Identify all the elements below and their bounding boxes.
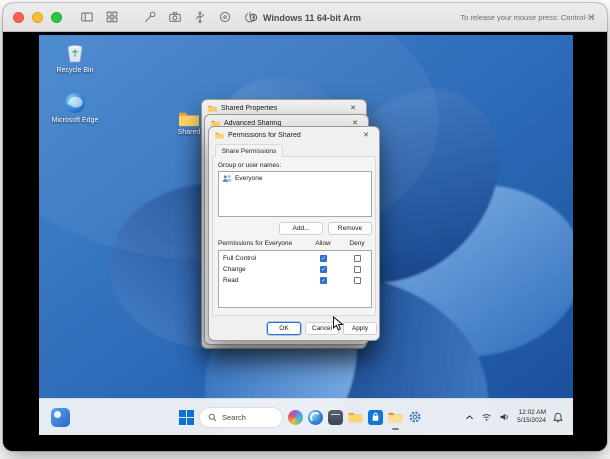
settings-gear-icon[interactable] bbox=[408, 410, 423, 425]
deny-checkbox[interactable] bbox=[354, 255, 361, 262]
user-row[interactable]: Everyone bbox=[219, 172, 371, 185]
window-title: Shared Properties bbox=[221, 105, 342, 112]
permissions-for-label: Permissions for Everyone bbox=[218, 240, 292, 247]
system-tray: 12:02 AM 5/15/2024 bbox=[465, 399, 563, 435]
permission-row: Change ✓ bbox=[219, 264, 371, 275]
volume-icon[interactable] bbox=[499, 412, 510, 422]
folder-icon bbox=[208, 104, 217, 112]
close-icon[interactable]: ✕ bbox=[346, 104, 360, 112]
copilot-icon[interactable] bbox=[288, 410, 303, 425]
permission-name: Read bbox=[223, 277, 239, 284]
search-icon bbox=[208, 413, 217, 422]
taskbar-center: Search bbox=[179, 399, 423, 435]
desktop-icon-microsoft-edge[interactable]: Microsoft Edge bbox=[49, 91, 101, 125]
desktop-icon-recycle-bin[interactable]: Recycle Bin bbox=[49, 41, 101, 75]
store-icon[interactable] bbox=[368, 410, 383, 425]
allow-header: Allow bbox=[307, 240, 339, 247]
edge-icon[interactable] bbox=[308, 410, 323, 425]
users-icon bbox=[222, 174, 232, 183]
widgets-icon[interactable] bbox=[51, 408, 70, 427]
vm-title-group: Windows 11 64-bit Arm bbox=[249, 3, 361, 32]
grid-icon[interactable] bbox=[104, 9, 120, 25]
fullscreen-window-button[interactable] bbox=[51, 12, 62, 23]
group-names-label: Group or user names: bbox=[218, 162, 281, 169]
taskbar: Search bbox=[39, 398, 573, 435]
tab-share-permissions[interactable]: Share Permissions bbox=[215, 144, 283, 157]
macos-toolbar: Windows 11 64-bit Arm To release your mo… bbox=[3, 3, 607, 32]
allow-checkbox[interactable]: ✓ bbox=[320, 277, 327, 284]
open-app-indicator bbox=[392, 428, 399, 430]
close-window-button[interactable] bbox=[13, 12, 24, 23]
notification-bell-icon[interactable] bbox=[553, 412, 563, 423]
chevron-up-icon[interactable] bbox=[465, 414, 474, 421]
add-button[interactable]: Add... bbox=[279, 222, 323, 235]
edge-icon bbox=[63, 91, 87, 115]
mouse-cursor bbox=[332, 316, 344, 332]
apply-button[interactable]: Apply bbox=[343, 322, 377, 335]
permission-name: Full Control bbox=[223, 255, 256, 262]
app-icon-dark[interactable] bbox=[328, 410, 343, 425]
vm-status-icon bbox=[249, 13, 258, 22]
permission-row: Read ✓ bbox=[219, 275, 371, 286]
permission-row: Full Control ✓ bbox=[219, 253, 371, 264]
deny-header: Deny bbox=[341, 240, 373, 247]
allow-checkbox[interactable]: ✓ bbox=[320, 255, 327, 262]
windows-desktop[interactable]: Recycle Bin Microsoft Edge bbox=[39, 35, 573, 435]
vm-app-window: Windows 11 64-bit Arm To release your mo… bbox=[3, 3, 607, 451]
desktop-icon-label: Microsoft Edge bbox=[49, 117, 101, 125]
folder-icon bbox=[178, 109, 200, 127]
user-name: Everyone bbox=[235, 175, 262, 182]
start-button-icon[interactable] bbox=[179, 410, 194, 425]
allow-checkbox[interactable]: ✓ bbox=[320, 266, 327, 273]
disc-icon[interactable] bbox=[217, 9, 233, 25]
dialog-title: Permissions for Shared bbox=[228, 132, 355, 139]
permission-name: Change bbox=[223, 266, 246, 273]
taskbar-clock[interactable]: 12:02 AM 5/15/2024 bbox=[517, 409, 546, 425]
settings-wrench-icon[interactable] bbox=[142, 9, 158, 25]
folder-icon bbox=[215, 131, 224, 139]
deny-checkbox[interactable] bbox=[354, 266, 361, 273]
close-icon[interactable]: ✕ bbox=[359, 131, 373, 139]
desktop-icon-label: Recycle Bin bbox=[49, 67, 101, 75]
mouse-release-hint: To release your mouse press: Control-⌘ bbox=[460, 3, 595, 32]
titlebar[interactable]: Permissions for Shared ✕ bbox=[209, 127, 379, 143]
file-explorer-icon[interactable] bbox=[348, 410, 363, 425]
vm-window-title: Windows 11 64-bit Arm bbox=[263, 13, 361, 23]
snapshot-camera-icon[interactable] bbox=[167, 9, 183, 25]
permissions-dialog[interactable]: Permissions for Shared ✕ Share Permissio… bbox=[208, 126, 380, 341]
vm-display: Recycle Bin Microsoft Edge bbox=[3, 32, 607, 451]
remove-button[interactable]: Remove bbox=[328, 222, 372, 235]
deny-checkbox[interactable] bbox=[354, 277, 361, 284]
minimize-window-button[interactable] bbox=[32, 12, 43, 23]
search-input[interactable]: Search bbox=[199, 407, 283, 428]
file-explorer-window-icon[interactable] bbox=[388, 410, 403, 425]
window-sidebar-icon[interactable] bbox=[79, 9, 95, 25]
group-list[interactable]: Everyone bbox=[218, 171, 372, 217]
network-icon[interactable] bbox=[481, 412, 492, 422]
recycle-bin-icon bbox=[63, 41, 87, 65]
usb-icon[interactable] bbox=[192, 9, 208, 25]
ok-button[interactable]: OK bbox=[267, 322, 301, 335]
permissions-list[interactable]: Full Control ✓ Change ✓ Read ✓ bbox=[218, 250, 372, 308]
clock-date: 5/15/2024 bbox=[517, 417, 546, 425]
screenshot-stage: Windows 11 64-bit Arm To release your mo… bbox=[0, 0, 610, 459]
clock-time: 12:02 AM bbox=[517, 409, 546, 417]
search-label: Search bbox=[222, 413, 246, 422]
